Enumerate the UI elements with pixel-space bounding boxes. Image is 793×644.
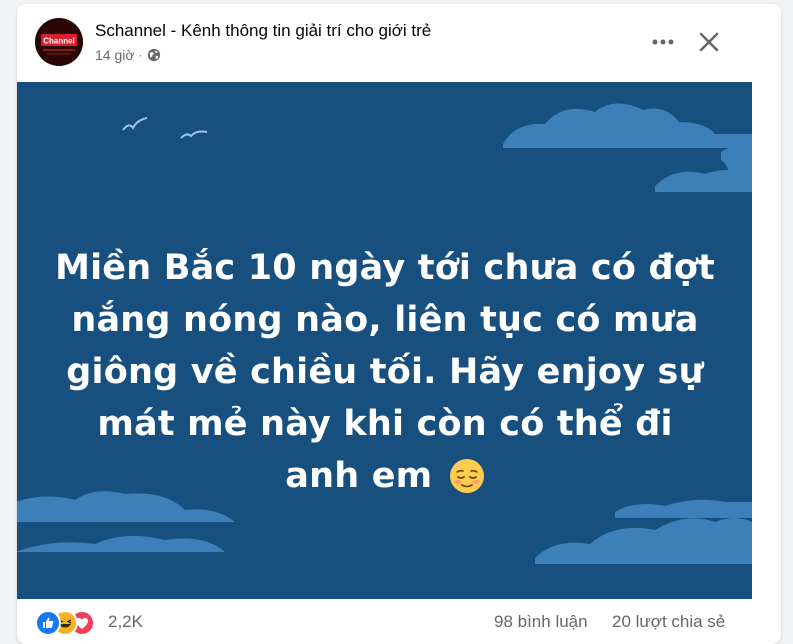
globe-icon[interactable] <box>147 48 161 62</box>
reaction-icons[interactable] <box>35 610 107 636</box>
post-header: Channel Schannel - Kênh thông tin giải t… <box>17 4 781 82</box>
cloud-top-right <box>503 103 752 148</box>
reaction-count[interactable]: 2,2K <box>108 612 143 632</box>
meta-separator: · <box>138 48 143 62</box>
close-icon <box>699 32 719 52</box>
shares-count-link[interactable]: 20 lượt chia sẻ <box>612 612 725 632</box>
cloud-right-mid <box>655 170 752 192</box>
page-logo: Channel <box>35 18 83 66</box>
avatar[interactable]: Channel <box>35 18 83 66</box>
post-footer: 2,2K 98 bình luận 20 lượt chia sẻ <box>17 602 781 642</box>
page-name-link[interactable]: Schannel - Kênh thông tin giải trí cho g… <box>95 21 431 41</box>
cloud-bottom-right-2 <box>615 499 752 518</box>
post-body-content: Miền Bắc 10 ngày tới chưa có đợt nắng nó… <box>55 248 715 496</box>
post-time[interactable]: 14 giờ <box>95 47 135 63</box>
bird-2 <box>180 130 208 139</box>
post-meta: 14 giờ · <box>95 47 161 63</box>
post-card: Channel Schannel - Kênh thông tin giải t… <box>17 4 781 644</box>
post-image[interactable]: Miền Bắc 10 ngày tới chưa có đợt nắng nó… <box>17 82 752 599</box>
bird-1 <box>122 117 148 131</box>
like-icon <box>35 610 61 636</box>
cloud-bottom-left-2 <box>17 535 225 552</box>
more-options-button[interactable] <box>645 24 681 60</box>
avatar-logo-text: Channel <box>43 37 75 46</box>
cloud-bottom-right <box>535 518 752 564</box>
more-horizontal-icon <box>652 39 674 45</box>
post-body-text: Miền Bắc 10 ngày tới chưa có đợt nắng nó… <box>55 242 715 502</box>
comments-count-link[interactable]: 98 bình luận <box>494 612 588 632</box>
relieved-face-emoji <box>449 457 485 493</box>
close-button[interactable] <box>691 24 727 60</box>
